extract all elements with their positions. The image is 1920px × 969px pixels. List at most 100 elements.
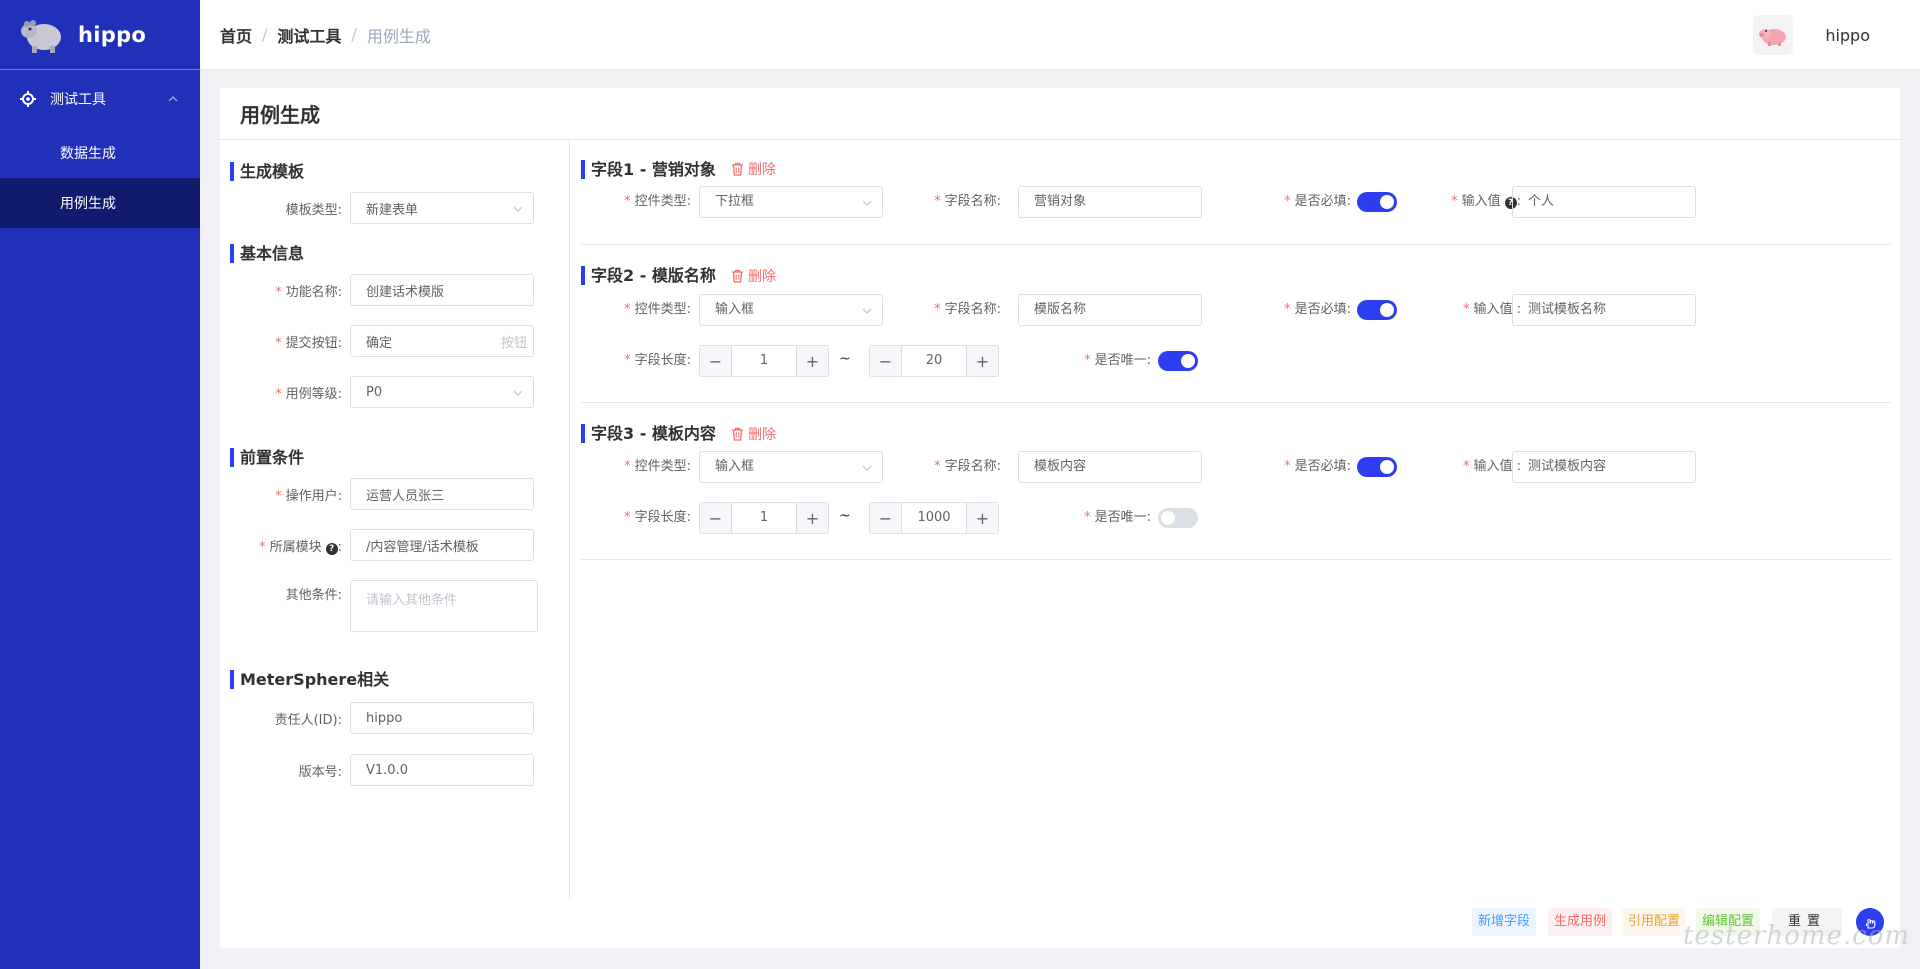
field-3-name-input[interactable]: 模板内容 (1018, 451, 1202, 483)
gear-icon (20, 91, 36, 107)
field-label: * 是否唯一: (1084, 510, 1151, 525)
generate-case-button[interactable]: 生成用例 (1548, 908, 1613, 936)
field-3-control-type-select[interactable]: 输入框 (699, 451, 883, 483)
form-row-template-type: 模板类型: 新建表单 (220, 192, 534, 224)
divider (581, 559, 1891, 560)
sidebar-item-label: 用例生成 (60, 196, 116, 212)
sidebar-item-data-gen[interactable]: 数据生成 (0, 128, 200, 178)
logo[interactable]: hippo (0, 0, 200, 70)
field-3-delete-button[interactable]: 删除 (731, 424, 776, 444)
decrement-button[interactable]: − (700, 503, 732, 533)
case-level-select[interactable]: P0 (350, 376, 534, 408)
username[interactable]: hippo (1825, 26, 1870, 45)
increment-button[interactable]: + (796, 346, 828, 376)
field-3-unique-toggle[interactable] (1158, 508, 1198, 528)
field-label: * 控件类型: (624, 194, 691, 209)
delete-label: 删除 (748, 162, 776, 178)
user-menu[interactable]: hippo (1753, 15, 1870, 55)
hippo-logo-icon (21, 19, 61, 53)
field-label: * 控件类型: (624, 302, 691, 317)
field-label: 责任人(ID) (274, 712, 338, 728)
decrement-button[interactable]: − (700, 346, 732, 376)
field-1-required-toggle[interactable] (1357, 192, 1397, 212)
field-label: * 是否必填: (1284, 194, 1351, 209)
submit-button-input[interactable]: 确定 按钮 (350, 325, 534, 357)
breadcrumb-separator: / (262, 25, 268, 44)
form-row-version: 版本号: V1.0.0 (220, 754, 534, 786)
other-conditions-textarea[interactable]: 请输入其他条件 (350, 580, 538, 632)
sidebar-item-case-gen[interactable]: 用例生成 (0, 178, 200, 228)
breadcrumb-separator: / (351, 25, 357, 44)
breadcrumb: 首页 / 测试工具 / 用例生成 (220, 23, 431, 47)
increment-button[interactable]: + (966, 346, 998, 376)
sidebar-group-test-tools[interactable]: 测试工具 (0, 70, 200, 128)
pig-avatar-icon (1759, 29, 1787, 46)
field-2-required-toggle[interactable] (1357, 300, 1397, 320)
stepper-value[interactable]: 20 (902, 346, 966, 376)
sidebar-group-label: 测试工具 (50, 92, 106, 108)
field-2-control-type-select[interactable]: 输入框 (699, 294, 883, 326)
increment-button[interactable]: + (796, 503, 828, 533)
form-row-func-name: * 功能名称: 创建话术模版 (220, 274, 534, 306)
app-name: hippo (78, 22, 147, 47)
field-3-title: 字段3 - 模板内容 (581, 424, 716, 443)
field-2-name-input[interactable]: 模版名称 (1018, 294, 1202, 326)
delete-label: 删除 (748, 269, 776, 285)
chevron-down-icon (513, 206, 523, 212)
field-label: 模板类型 (285, 202, 338, 218)
field-2-delete-button[interactable]: 删除 (731, 266, 776, 286)
field-label: * 字段名称: (934, 459, 1001, 474)
sidebar-item-label: 数据生成 (60, 146, 116, 162)
field-label: * 输入值?: (1451, 194, 1521, 209)
stepper-value[interactable]: 1 (732, 346, 796, 376)
stepper-value[interactable]: 1 (732, 503, 796, 533)
field-label: * 输入值 : (1462, 302, 1521, 317)
field-label: * 是否必填: (1284, 302, 1351, 317)
increment-button[interactable]: + (966, 503, 998, 533)
sidebar: hippo 测试工具 数据生成 用例生成 (0, 0, 200, 969)
field-2-value-input[interactable]: 测试模板名称 (1512, 294, 1696, 326)
field-1-name-input[interactable]: 营销对象 (1018, 186, 1202, 218)
field-3-length-max-stepper[interactable]: − 1000 + (869, 502, 999, 534)
field-3-length-min-stepper[interactable]: − 1 + (699, 502, 829, 534)
select-value: 新建表单 (366, 202, 419, 218)
field-3-value-input[interactable]: 测试模板内容 (1512, 451, 1696, 483)
reference-config-button[interactable]: 引用配置 (1622, 908, 1687, 936)
field-label: * 是否必填: (1284, 459, 1351, 474)
module-input[interactable]: /内容管理/话术模板 (350, 529, 534, 561)
version-input[interactable]: V1.0.0 (350, 754, 534, 786)
form-row-module: * 所属模块?: /内容管理/话术模板 (220, 529, 534, 561)
section-title-template: 生成模板 (230, 162, 304, 181)
operator-input[interactable]: 运营人员张三 (350, 478, 534, 510)
field-label: * 控件类型: (624, 459, 691, 474)
breadcrumb-section[interactable]: 测试工具 (277, 23, 341, 47)
field-label: 功能名称 (285, 284, 338, 300)
decrement-button[interactable]: − (870, 503, 902, 533)
field-1-control-type-select[interactable]: 下拉框 (699, 186, 883, 218)
func-name-input[interactable]: 创建话术模版 (350, 274, 534, 306)
delete-label: 删除 (748, 427, 776, 443)
add-field-button[interactable]: 新增字段 (1472, 908, 1537, 936)
field-1-value-input[interactable]: 个人 (1512, 186, 1696, 218)
field-label: 用例等级 (285, 386, 338, 402)
template-type-select[interactable]: 新建表单 (350, 192, 534, 224)
avatar[interactable] (1753, 15, 1794, 55)
range-tilde: ~ (839, 351, 851, 367)
field-2-length-min-stepper[interactable]: − 1 + (699, 345, 829, 377)
question-icon[interactable]: ? (325, 542, 338, 555)
stepper-value[interactable]: 1000 (902, 503, 966, 533)
field-2-unique-toggle[interactable] (1158, 351, 1198, 371)
field-1-delete-button[interactable]: 删除 (731, 159, 776, 179)
main-card: 用例生成 生成模板 模板类型: 新建表单 基本信息 * 功能名称: 创建话术模版 … (220, 88, 1900, 948)
decrement-button[interactable]: − (870, 346, 902, 376)
range-tilde: ~ (839, 508, 851, 524)
field-2-length-max-stepper[interactable]: − 20 + (869, 345, 999, 377)
breadcrumb-home[interactable]: 首页 (220, 23, 252, 47)
field-label: * 字段名称: (934, 302, 1001, 317)
field-3-required-toggle[interactable] (1357, 457, 1397, 477)
field-label: 所属模块 (269, 539, 322, 555)
form-row-level: * 用例等级: P0 (220, 376, 534, 408)
field-label: * 字段名称: (934, 194, 1001, 209)
owner-input[interactable]: hippo (350, 702, 534, 734)
field-1-title: 字段1 - 营销对象 (581, 160, 716, 179)
